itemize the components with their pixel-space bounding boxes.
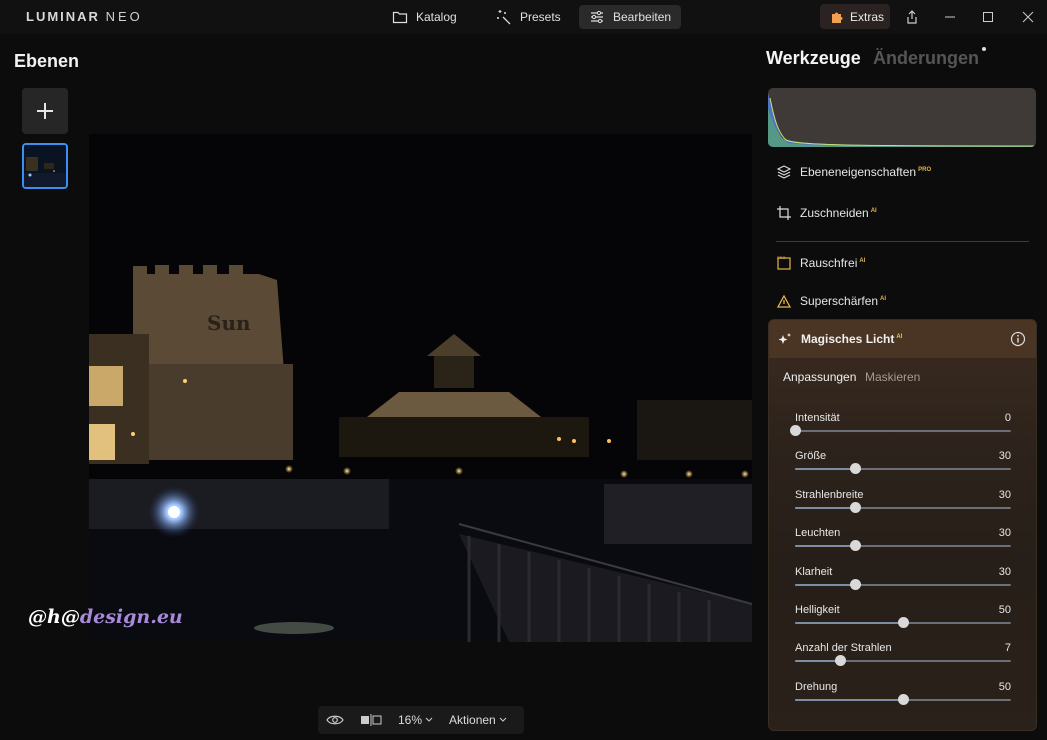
tab-label: Bearbeiten [613, 10, 672, 24]
subtab-maskieren[interactable]: Maskieren [865, 370, 920, 384]
close-icon[interactable] [1017, 6, 1039, 28]
slider-fill [795, 506, 856, 509]
slider-value: 30 [998, 565, 1011, 578]
slider-größe[interactable]: Größe 30 [795, 450, 1011, 482]
changes-indicator-dot [982, 47, 986, 51]
chevron-down-icon [425, 717, 433, 722]
tab-presets[interactable]: Presets [486, 5, 571, 29]
slider-thumb[interactable] [898, 693, 909, 705]
layers-icon [776, 165, 792, 179]
tool-rauschfrei[interactable]: PRO Rauschfrei AI [776, 255, 865, 271]
slider-fill [795, 698, 903, 701]
watermark: @h@design.eu [28, 606, 183, 628]
preview-toggle[interactable] [318, 714, 352, 726]
slider-label: Drehung [795, 680, 838, 693]
slider-strahlenbreite[interactable]: Strahlenbreite 30 [795, 489, 1011, 521]
add-layer-button[interactable] [22, 88, 68, 134]
tab-aenderungen[interactable]: Änderungen [873, 48, 979, 69]
slider-thumb[interactable] [835, 655, 847, 667]
maximize-icon[interactable] [977, 6, 999, 28]
slider-fill [795, 660, 841, 663]
svg-text:PRO: PRO [777, 255, 786, 260]
slider-thumb[interactable] [850, 540, 862, 552]
app-logo: LUMINAR NEO [26, 9, 143, 24]
histogram [768, 88, 1036, 147]
svg-text:Sun: Sun [207, 311, 251, 335]
night-harbor-photo: Sun [89, 134, 752, 642]
photo-canvas[interactable]: Sun [89, 134, 752, 642]
slider-thumb[interactable] [850, 463, 862, 475]
slider-value: 7 [1004, 642, 1011, 655]
slider-value: 30 [998, 450, 1011, 463]
info-icon[interactable] [1010, 331, 1026, 347]
slider-value: 30 [998, 488, 1011, 501]
slider-label: Klarheit [795, 565, 833, 578]
bottom-toolbar: 16% Aktionen [318, 706, 524, 734]
slider-drehung[interactable]: Drehung 50 [795, 681, 1011, 713]
eye-icon [326, 715, 344, 725]
tab-bearbeiten[interactable]: Bearbeiten [579, 5, 682, 29]
slider-klarheit[interactable]: Klarheit 30 [795, 566, 1011, 598]
slider-fill [795, 468, 856, 471]
slider-anzahl-der-strahlen[interactable]: Anzahl der Strahlen 7 [795, 642, 1011, 674]
slider-value: 30 [998, 527, 1011, 540]
sliders-icon [591, 10, 603, 24]
minimize-icon[interactable] [939, 6, 961, 28]
slider-thumb[interactable] [790, 425, 801, 436]
layer-thumbnail[interactable] [22, 143, 68, 189]
tab-werkzeuge[interactable]: Werkzeuge [766, 48, 861, 69]
sharpen-icon [776, 294, 792, 308]
slider-value: 0 [1004, 412, 1011, 424]
crop-icon [777, 206, 791, 220]
plus-icon [37, 103, 53, 119]
chevron-down-icon [499, 717, 507, 722]
magic-light-panel: Magisches Licht AI Anpassungen Maskieren … [768, 319, 1037, 731]
tab-katalog[interactable]: Katalog [382, 5, 467, 29]
slider-label: Strahlenbreite [795, 488, 864, 501]
slider-fill [795, 583, 856, 586]
slider-track[interactable] [795, 430, 1011, 432]
magic-light-header[interactable]: Magisches Licht AI [769, 320, 1036, 358]
compare-icon [361, 714, 382, 726]
tool-superschaerfen[interactable]: Superschärfen AI [776, 293, 886, 309]
slider-label: Intensität [795, 412, 840, 424]
slider-fill [795, 622, 903, 624]
slider-value: 50 [998, 604, 1011, 616]
slider-leuchten[interactable]: Leuchten 30 [795, 527, 1011, 559]
slider-value: 50 [998, 680, 1011, 693]
slider-intensität[interactable]: Intensität 0 [790, 412, 1011, 444]
tool-zuschneiden[interactable]: Zuschneiden AI [776, 205, 877, 221]
slider-label: Helligkeit [795, 604, 840, 616]
zoom-dropdown[interactable]: 16% [390, 713, 441, 727]
slider-label: Leuchten [795, 527, 841, 540]
share-icon[interactable] [901, 6, 923, 28]
tab-label: Katalog [416, 10, 457, 24]
subtab-anpassungen[interactable]: Anpassungen [783, 370, 856, 384]
slider-fill [795, 545, 856, 548]
folder-icon [392, 11, 408, 24]
compare-toggle[interactable] [352, 714, 390, 726]
slider-thumb[interactable] [850, 578, 862, 590]
tool-divider [776, 241, 1029, 242]
slider-thumb[interactable] [850, 501, 862, 513]
puzzle-icon [832, 12, 843, 23]
tab-label: Presets [520, 10, 561, 24]
slider-label: Größe [795, 450, 827, 463]
slider-thumb[interactable] [898, 617, 909, 628]
tool-ebeneneigenschaften[interactable]: Ebeneneigenschaften PRO [776, 164, 931, 180]
slider-label: Anzahl der Strahlen [795, 642, 892, 655]
sparkle-icon [778, 333, 791, 344]
actions-dropdown[interactable]: Aktionen [441, 713, 515, 727]
layers-title: Ebenen [14, 51, 80, 71]
slider-helligkeit[interactable]: Helligkeit 50 [795, 604, 1011, 636]
extras-button[interactable]: Extras [820, 4, 890, 29]
title-bar: LUMINAR NEO Katalog Presets Bearbeiten E… [0, 0, 1047, 34]
sparkle-wand-icon [497, 10, 511, 25]
noise-icon: PRO [777, 255, 791, 270]
